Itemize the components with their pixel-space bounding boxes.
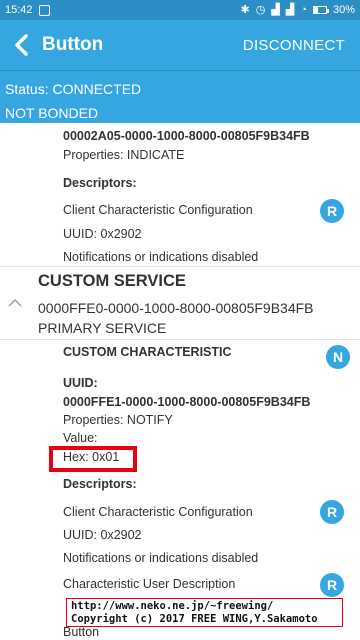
characteristic-value-label: Value:	[63, 431, 98, 445]
descriptors-label: Descriptors:	[63, 176, 137, 190]
read-descriptor-button[interactable]: R	[320, 573, 344, 597]
connection-status: Status: CONNECTED	[5, 81, 142, 97]
watermark-copyright: Copyright (c) 2017 FREE WING,Y.Sakamoto	[71, 613, 318, 625]
read-descriptor-button[interactable]: R	[320, 199, 344, 223]
descriptor-name: Client Characteristic Configuration	[63, 203, 253, 217]
characteristic-title: CUSTOM CHARACTERISTIC	[63, 345, 232, 359]
connection-status-panel: Status: CONNECTED NOT BONDED	[0, 70, 360, 123]
descriptor-name: Characteristic User Description	[63, 577, 236, 591]
service-uuid: 0000FFE0-0000-1000-8000-00805F9B34FB	[38, 300, 314, 316]
copyright-watermark: http://www.neko.ne.jp/~freewing/ Copyrig…	[66, 598, 343, 627]
app-bar: Button DISCONNECT	[0, 20, 360, 70]
signal-2-icon: ▟	[285, 3, 295, 16]
characteristic-properties: Properties: NOTIFY	[63, 413, 173, 427]
clock: 15:42	[5, 4, 33, 16]
page-title: Button	[42, 34, 104, 55]
characteristic-hex-value: Hex: 0x01	[63, 450, 120, 464]
service-type: PRIMARY SERVICE	[38, 320, 167, 336]
app-notification-icon	[38, 4, 50, 16]
descriptor-value: Button	[63, 625, 100, 639]
divider	[0, 339, 360, 340]
chevron-up-icon[interactable]	[8, 298, 22, 308]
back-arrow-icon	[15, 34, 28, 56]
service-title: CUSTOM SERVICE	[38, 272, 186, 290]
read-descriptor-button[interactable]: R	[320, 500, 344, 524]
system-status-bar: 15:42 ✱ ◷ ▟ ▟ ◔ 30%	[0, 0, 360, 20]
back-button[interactable]	[0, 20, 44, 70]
descriptors-label: Descriptors:	[63, 477, 137, 491]
disconnect-button[interactable]: DISCONNECT	[243, 37, 345, 54]
characteristic-uuid: 00002A05-0000-1000-8000-00805F9B34FB	[63, 129, 310, 143]
gatt-service-list[interactable]: 00002A05-0000-1000-8000-00805F9B34FB Pro…	[0, 123, 360, 640]
battery-percent: 30%	[332, 4, 355, 16]
bluetooth-icon: ✱	[240, 3, 250, 16]
divider	[0, 266, 360, 267]
characteristic-uuid: 0000FFE1-0000-1000-8000-00805F9B34FB	[63, 395, 311, 409]
characteristic-uuid-label: UUID:	[63, 376, 98, 390]
signal-icon: ▟	[271, 3, 280, 16]
characteristic-properties: Properties: INDICATE	[63, 148, 185, 162]
watermark-url: http://www.neko.ne.jp/~freewing/	[71, 600, 274, 612]
battery-icon	[312, 6, 329, 14]
descriptor-value: Notifications or indications disabled	[63, 250, 259, 264]
descriptor-uuid: UUID: 0x2902	[63, 528, 142, 542]
descriptor-name: Client Characteristic Configuration	[63, 505, 253, 519]
descriptor-uuid: UUID: 0x2902	[63, 227, 142, 241]
notify-characteristic-button[interactable]: N	[326, 345, 350, 369]
wifi-icon: ◔	[300, 3, 307, 16]
bond-status: NOT BONDED	[5, 105, 99, 121]
alarm-icon: ◷	[255, 3, 266, 16]
descriptor-value: Notifications or indications disabled	[63, 551, 259, 565]
